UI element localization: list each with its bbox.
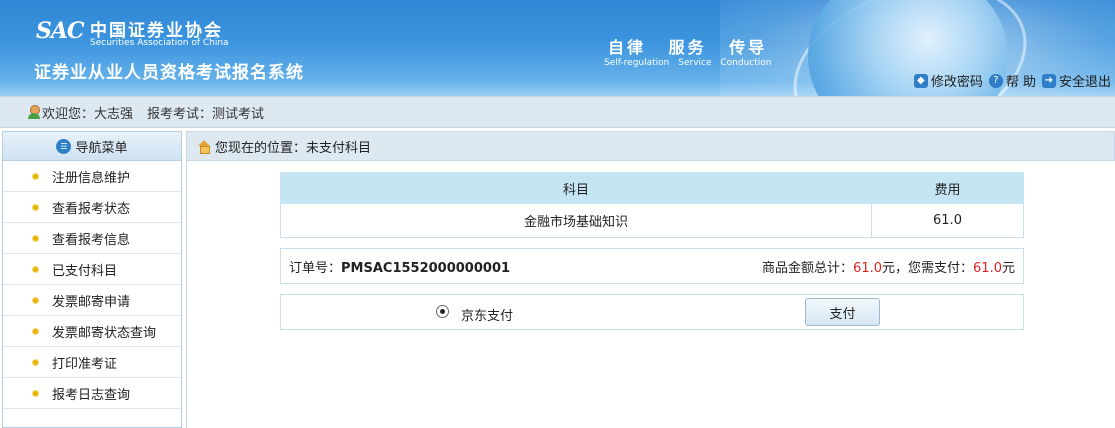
column-header-subject: 科目	[280, 172, 872, 204]
total-label: 商品金额总计：	[762, 260, 854, 276]
logout-label: 安全退出	[1058, 75, 1111, 90]
order-number-label: 订单号：	[289, 260, 342, 276]
welcome-greeting: 欢迎您：大志强	[42, 106, 134, 122]
main-content: 科目 费用 金融市场基础知识 61.0 订单号：PMSAC15520000000…	[186, 161, 1115, 428]
order-amount-group: 商品金额总计：61.0元，您需支付：61.0元	[762, 257, 1015, 276]
help-label: 帮 助	[1005, 75, 1036, 90]
cell-subject: 金融市场基础知识	[280, 203, 872, 238]
bullet-icon	[33, 297, 38, 303]
jd-pay-label: 京东支付	[461, 309, 514, 324]
table-header-row: 科目 费用	[280, 172, 1024, 204]
location-text: 您现在的位置：未支付科目	[215, 140, 372, 156]
help-link[interactable]: ? 帮 助	[988, 71, 1036, 90]
sidebar-item-label: 发票邮寄状态查询	[52, 325, 157, 341]
sidebar-item-print-ticket[interactable]: 打印准考证	[3, 347, 181, 378]
menu-list-icon: ☰	[56, 138, 72, 154]
sidebar-item-label: 发票邮寄申请	[52, 294, 131, 310]
bullet-icon	[33, 204, 38, 210]
sidebar-item-register-info[interactable]: 注册信息维护	[3, 161, 181, 192]
change-password-label: 修改密码	[930, 75, 983, 90]
sidebar-header: ☰ 导航菜单	[3, 132, 181, 161]
sidebar-item-label: 查看报考信息	[52, 232, 131, 248]
jd-pay-radio[interactable]	[436, 305, 449, 318]
user-icon	[28, 105, 40, 119]
table-row: 金融市场基础知识 61.0	[280, 203, 1024, 238]
pay-button[interactable]: 支付	[805, 298, 880, 326]
sidebar-item-exam-log[interactable]: 报考日志查询	[3, 378, 181, 409]
total-unit: 元，您需支付：	[882, 260, 974, 276]
system-title: 证券业从业人员资格考试报名系统	[34, 63, 304, 83]
sidebar-item-label: 注册信息维护	[52, 170, 131, 186]
bullet-icon	[33, 390, 38, 396]
sidebar-title: 导航菜单	[75, 140, 128, 156]
sidebar-item-invoice-mail-status[interactable]: 发票邮寄状态查询	[3, 316, 181, 347]
welcome-bar: 欢迎您：大志强 报考考试：测试考试	[0, 96, 1115, 128]
exam-name: 报考考试：测试考试	[147, 106, 265, 122]
sac-logo: SAC	[36, 18, 84, 44]
total-amount: 61.0	[853, 260, 883, 276]
top-links: ◆ 修改密码 ? 帮 助 ➔ 安全退出	[913, 71, 1111, 90]
sidebar-item-invoice-mail-apply[interactable]: 发票邮寄申请	[3, 285, 181, 316]
lock-icon: ◆	[913, 73, 928, 88]
subject-table: 科目 费用 金融市场基础知识 61.0	[280, 172, 1024, 238]
location-bar: 您现在的位置：未支付科目	[186, 131, 1115, 161]
home-icon	[197, 140, 211, 154]
column-header-fee: 费用	[871, 172, 1024, 204]
sidebar-item-label: 已支付科目	[52, 263, 118, 279]
sidebar-item-exam-status[interactable]: 查看报考状态	[3, 192, 181, 223]
pay-amount: 61.0	[973, 260, 1002, 276]
sidebar-item-label: 打印准考证	[52, 356, 118, 372]
order-summary: 订单号：PMSAC1552000000001 商品金额总计：61.0元，您需支付…	[280, 248, 1024, 284]
slogan-chinese: 自律 服务 传导	[608, 38, 768, 57]
sidebar-item-exam-info[interactable]: 查看报考信息	[3, 223, 181, 254]
sidebar: ☰ 导航菜单 注册信息维护 查看报考状态 查看报考信息 已支付科目 发票邮寄申请…	[2, 131, 182, 428]
bullet-icon	[33, 173, 38, 179]
help-icon: ?	[988, 73, 1003, 88]
bullet-icon	[33, 359, 38, 365]
cell-fee: 61.0	[871, 203, 1024, 238]
sidebar-item-paid-subjects[interactable]: 已支付科目	[3, 254, 181, 285]
bullet-icon	[33, 328, 38, 334]
payment-row: 京东支付 支付	[280, 294, 1024, 330]
order-number: PMSAC1552000000001	[341, 260, 511, 276]
change-password-link[interactable]: ◆ 修改密码	[913, 71, 983, 90]
bullet-icon	[33, 235, 38, 241]
sidebar-item-label: 查看报考状态	[52, 201, 131, 217]
sidebar-item-label: 报考日志查询	[52, 387, 131, 403]
order-number-group: 订单号：PMSAC1552000000001	[289, 257, 510, 276]
logout-link[interactable]: ➔ 安全退出	[1041, 71, 1111, 90]
logout-icon: ➔	[1041, 73, 1056, 88]
slogan-english: Self-regulation Service Conduction	[604, 58, 772, 68]
header-banner: SAC 中国证券业协会 Securities Association of Ch…	[0, 0, 1115, 96]
pay-unit: 元	[1001, 260, 1015, 276]
logo-english-name: Securities Association of China	[90, 38, 229, 48]
bullet-icon	[33, 266, 38, 272]
